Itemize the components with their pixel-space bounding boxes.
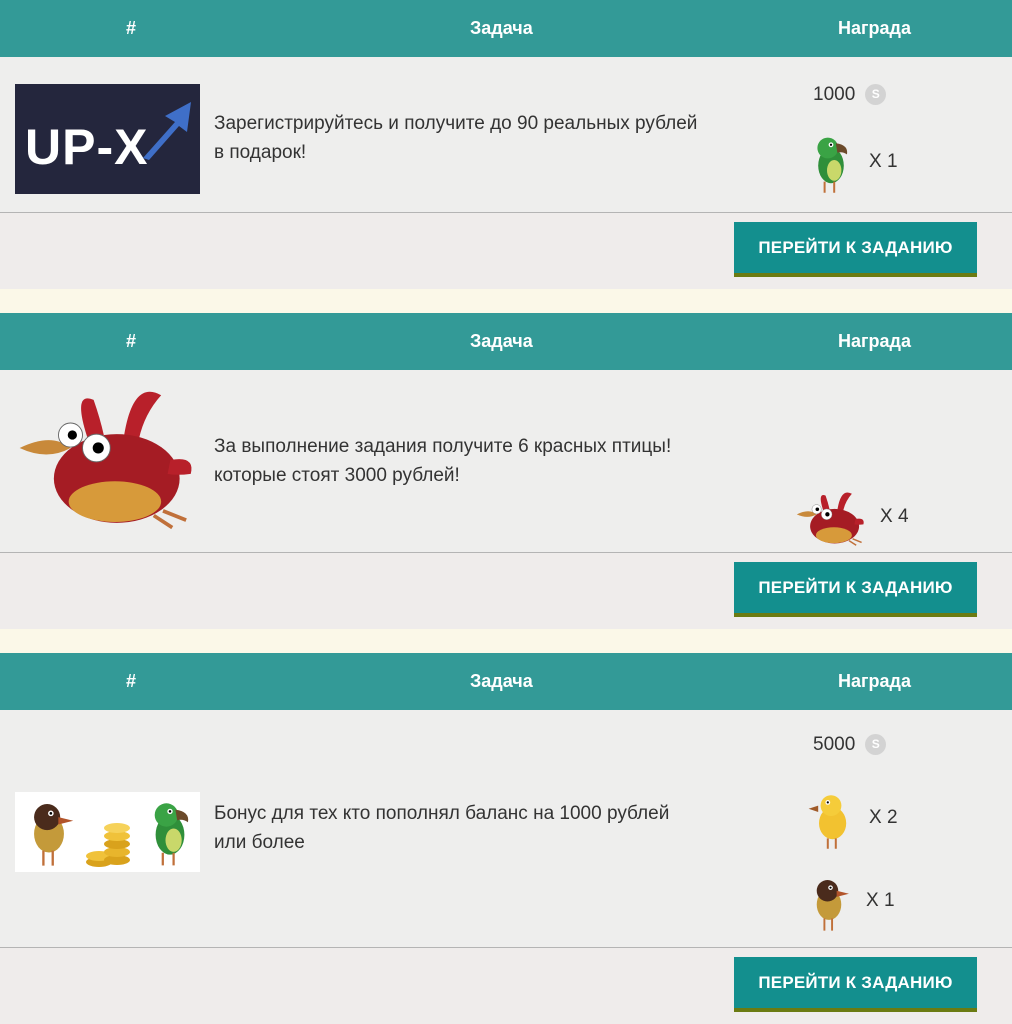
brown-bird-icon [806,872,852,934]
task-card: # Задача Награда За выполнение задания п… [0,313,1012,629]
header-num: # [126,331,137,351]
header-reward: Награда [838,18,911,38]
go-to-task-button[interactable]: ПЕРЕЙТИ К ЗАДАНИЮ [734,562,977,617]
reward-qty: X 2 [869,807,898,828]
arrow-up-right-icon [143,102,191,160]
table-header: # Задача Награда [0,313,1012,370]
brown-bird-icon [21,794,77,870]
task-row: Бонус для тех кто пополнял баланс на 100… [0,710,1012,947]
red-bird-image [15,380,200,540]
coins-stack-icon [86,823,130,867]
header-reward: Награда [838,331,911,351]
task-row: За выполнение задания получите 6 красных… [0,370,1012,552]
reward-qty: X 1 [869,151,898,172]
yellow-bird-icon [806,788,856,852]
reward-coins: 5000 S [813,734,887,756]
header-num: # [126,18,137,38]
task-footer: ПЕРЕЙТИ К ЗАДАНИЮ [0,212,1012,289]
go-to-task-button[interactable]: ПЕРЕЙТИ К ЗАДАНИЮ [734,957,977,1012]
table-header: # Задача Награда [0,653,1012,710]
task-footer: ПЕРЕЙТИ К ЗАДАНИЮ [0,947,1012,1024]
header-task: Задача [470,671,533,691]
reward-qty: X 4 [880,506,909,527]
task-card: # Задача Награда UP-X Зарегистрируйтесь … [0,0,1012,289]
reward-qty: X 1 [866,890,895,911]
task-footer: ПЕРЕЙТИ К ЗАДАНИЮ [0,552,1012,629]
header-task: Задача [470,331,533,351]
header-task: Задача [470,18,533,38]
header-num: # [126,671,137,691]
green-parrot-icon [806,132,856,196]
upx-logo-text: UP-X [25,119,149,175]
coin-amount: 5000 [813,734,856,755]
coin-icon: S [865,734,887,756]
header-reward: Награда [838,671,911,691]
bonus-image [15,792,200,872]
go-to-task-button[interactable]: ПЕРЕЙТИ К ЗАДАНИЮ [734,222,977,277]
table-header: # Задача Награда [0,0,1012,57]
coin-icon: S [865,84,887,106]
task-description: Бонус для тех кто пополнял баланс на 100… [214,803,670,853]
red-bird-icon [795,488,867,550]
coin-amount: 1000 [813,84,856,105]
task-row: UP-X Зарегистрируйтесь и получите до 90 … [0,57,1012,212]
green-parrot-icon [143,796,197,870]
task-card: # Задача Награда Бонус для тех кто попол… [0,653,1012,1024]
upx-logo: UP-X [15,84,200,194]
reward-coins: 1000 S [813,84,887,106]
task-description: Зарегистрируйтесь и получите до 90 реаль… [214,113,698,163]
task-description: За выполнение задания получите 6 красных… [214,436,672,486]
